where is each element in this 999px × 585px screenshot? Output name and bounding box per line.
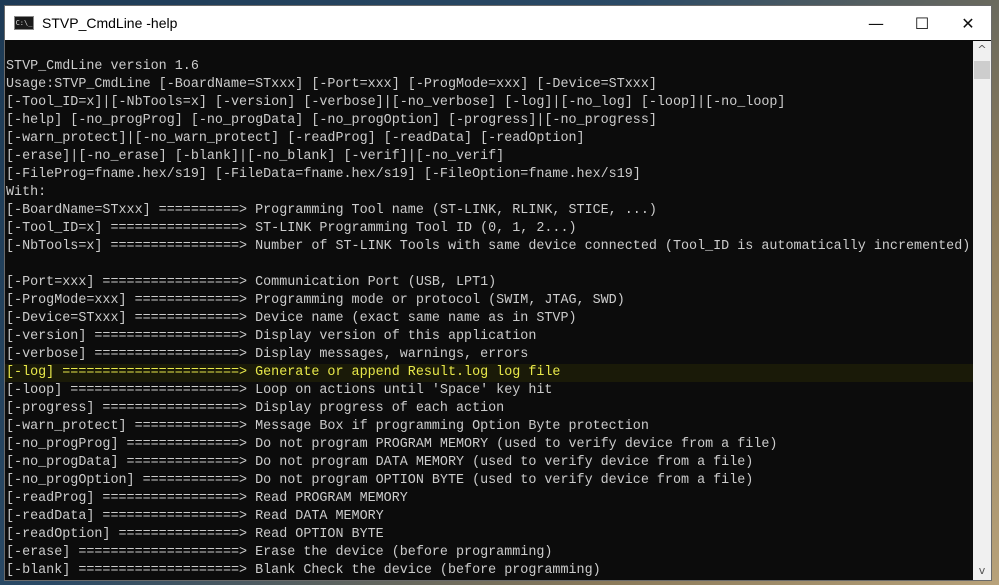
console-line: [-FileProg=fname.hex/s19] [-FileData=fna… <box>6 167 641 182</box>
console-line: [-NbTools=x] ================> Number of… <box>6 239 971 254</box>
scroll-down-arrow-icon[interactable]: v <box>973 562 991 580</box>
console-line: [-readOption] ===============> Read OPTI… <box>6 527 384 542</box>
minimize-button[interactable]: — <box>853 6 899 40</box>
console-line: Usage:STVP_CmdLine [-BoardName=STxxx] [-… <box>6 77 657 92</box>
window-title: STVP_CmdLine -help <box>42 15 178 31</box>
console-line: [-erase]|[-no_erase] [-blank]|[-no_blank… <box>6 149 505 164</box>
console-line: [-Tool_ID=x] ================> ST-LINK P… <box>6 221 577 236</box>
console-line: [-erase] ====================> Erase the… <box>6 545 553 560</box>
maximize-button[interactable]: ☐ <box>899 6 945 40</box>
close-button[interactable]: ✕ <box>945 6 991 40</box>
console-line: [-warn_protect] =============> Message B… <box>6 419 649 434</box>
title-bar[interactable]: C:\_ STVP_CmdLine -help — ☐ ✕ <box>5 6 991 40</box>
console-line: [-progress] =================> Display p… <box>6 401 505 416</box>
console-line: [-warn_protect]|[-no_warn_protect] [-rea… <box>6 131 585 146</box>
console-line: [-verbose] ==================> Display m… <box>6 347 529 362</box>
console-app-icon: C:\_ <box>14 16 34 30</box>
console-line: [-BoardName=STxxx] ==========> Programmi… <box>6 203 657 218</box>
scroll-up-arrow-icon[interactable]: ^ <box>973 41 991 59</box>
console-line: [-ProgMode=xxx] =============> Programmi… <box>6 293 625 308</box>
scrollbar-thumb[interactable] <box>974 61 990 79</box>
console-line: [-no_progOption] ============> Do not pr… <box>6 473 754 488</box>
console-line: [-loop] =====================> Loop on a… <box>6 383 553 398</box>
console-line: [-blank] ====================> Blank Che… <box>6 563 601 578</box>
console-line: [-Tool_ID=x]|[-NbTools=x] [-version] [-v… <box>6 95 786 110</box>
console-output[interactable]: STVP_CmdLine version 1.6 Usage:STVP_CmdLi… <box>5 41 973 580</box>
console-line: With: <box>6 185 47 200</box>
console-line: STVP_CmdLine version 1.6 <box>6 59 199 74</box>
console-line: [-help] [-no_progProg] [-no_progData] [-… <box>6 113 657 128</box>
console-line-highlighted: [-log] ======================> Generate … <box>5 364 973 382</box>
vertical-scrollbar[interactable]: ^ v <box>973 41 991 580</box>
console-line: [-readProg] =================> Read PROG… <box>6 491 408 506</box>
console-line: [-Port=xxx] =================> Communica… <box>6 275 497 290</box>
console-line: [-Device=STxxx] =============> Device na… <box>6 311 577 326</box>
console-line: [-no_progData] ==============> Do not pr… <box>6 455 754 470</box>
console-window: C:\_ STVP_CmdLine -help — ☐ ✕ STVP_CmdLi… <box>4 5 992 581</box>
console-line: [-version] ==================> Display v… <box>6 329 537 344</box>
console-line: [-readData] =================> Read DATA… <box>6 509 384 524</box>
console-line: [-no_progProg] ==============> Do not pr… <box>6 437 778 452</box>
